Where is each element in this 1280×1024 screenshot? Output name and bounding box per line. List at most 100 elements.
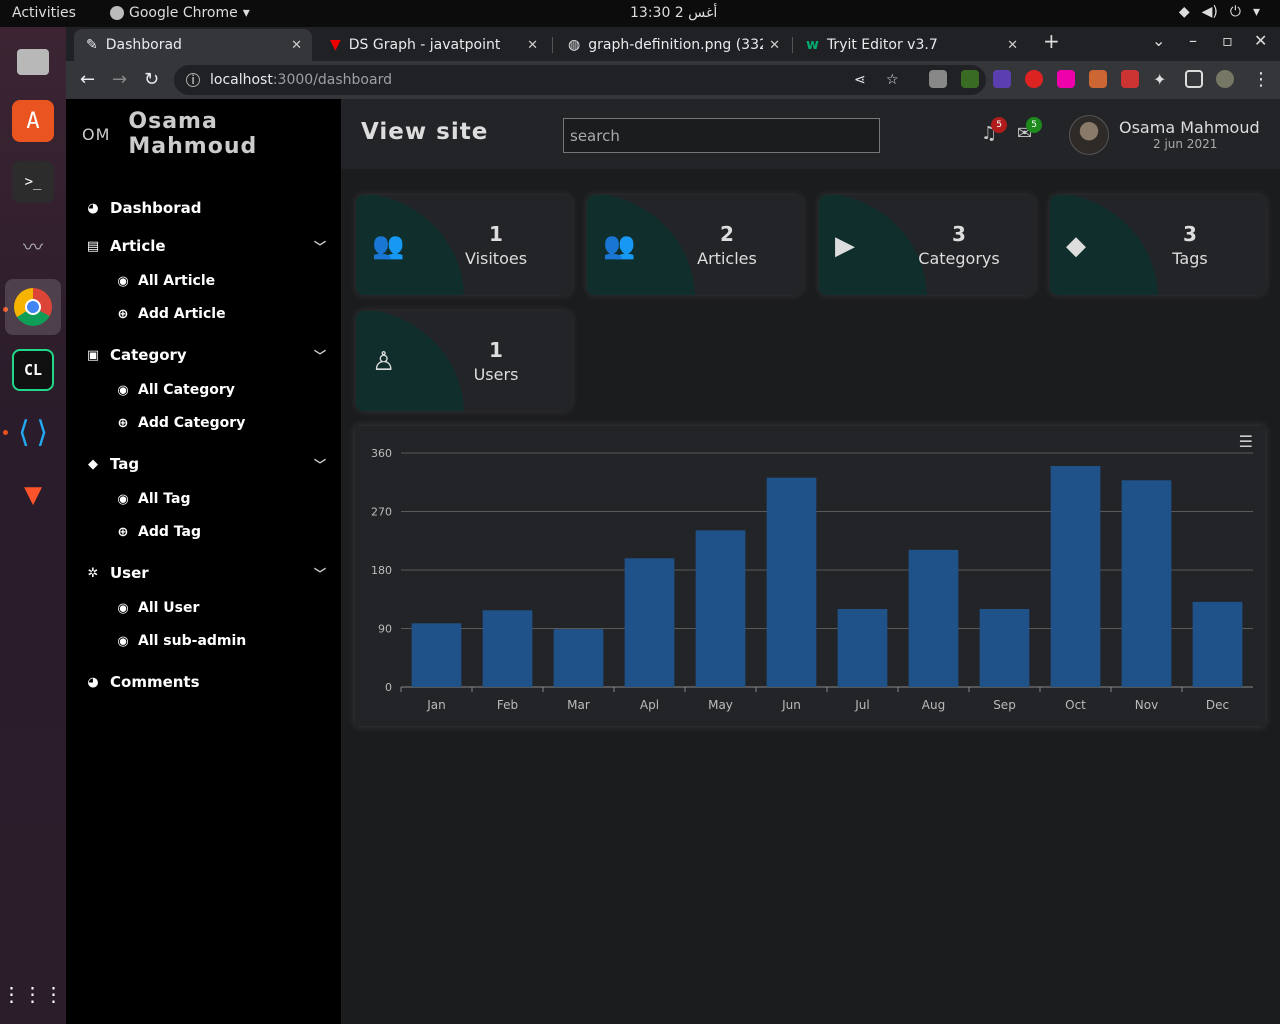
view-site-link[interactable]: View site bbox=[361, 119, 488, 145]
x-tick-label: Feb bbox=[497, 698, 518, 712]
show-apps-icon[interactable]: ⋮⋮⋮ bbox=[2, 973, 64, 1015]
close-window-icon[interactable]: ✕ bbox=[1254, 31, 1267, 50]
close-tab-icon[interactable]: ✕ bbox=[527, 38, 538, 53]
menu-kebab-icon[interactable]: ⋮ bbox=[1252, 69, 1270, 90]
sidebar-item-dashboard[interactable]: ◕ Dashborad bbox=[86, 199, 201, 217]
y-tick-label: 90 bbox=[378, 623, 392, 636]
dock: A >_ 〰 CL ⟨⟩ ▼ ⋮⋮⋮ bbox=[0, 27, 66, 1024]
brave-icon[interactable]: ▼ bbox=[12, 473, 54, 515]
os-top-bar: Activities Google Chrome ▾ 13:30 2 أغس ◆… bbox=[0, 0, 1280, 27]
sidebar-item-label: All User bbox=[138, 600, 200, 616]
x-tick-label: May bbox=[708, 698, 733, 712]
vscode-icon[interactable]: ⟨⟩ bbox=[12, 411, 54, 453]
tab-search-icon[interactable]: ⌄ bbox=[1152, 31, 1165, 50]
bar-jun bbox=[766, 477, 817, 687]
close-tab-icon[interactable]: ✕ bbox=[1007, 38, 1018, 53]
maximize-icon[interactable]: ▫ bbox=[1222, 31, 1233, 50]
y-tick-label: 360 bbox=[371, 447, 392, 460]
sidebar-item-all-user[interactable]: ◉ All User bbox=[116, 600, 199, 616]
terminal-icon[interactable]: >_ bbox=[12, 161, 54, 203]
json-extension-icon[interactable] bbox=[961, 70, 979, 88]
sidebar-item-comments[interactable]: ◕ Comments bbox=[86, 673, 200, 691]
reload-icon[interactable]: ↻ bbox=[144, 69, 159, 90]
profile-icon[interactable] bbox=[1216, 70, 1234, 88]
sidebar-item-add-tag[interactable]: ⊕ Add Tag bbox=[116, 524, 201, 540]
stat-value: 2 bbox=[720, 222, 734, 246]
tab-dashboard[interactable]: ✎ Dashborad ✕ bbox=[74, 29, 312, 61]
eye-icon: ◉ bbox=[117, 600, 129, 616]
messages-button[interactable]: ✉ 5 bbox=[1017, 117, 1043, 144]
bookmark-star-icon[interactable]: ☆ bbox=[886, 72, 899, 88]
sidebar-item-all-category[interactable]: ◉ All Category bbox=[116, 382, 235, 398]
new-tab-icon[interactable]: + bbox=[1043, 29, 1060, 53]
side-panel-icon[interactable] bbox=[1185, 70, 1203, 88]
minimize-icon[interactable]: – bbox=[1189, 31, 1197, 50]
sidebar-item-category[interactable]: ▣ Category ﹀ bbox=[86, 346, 326, 364]
sidebar-item-label: Add Tag bbox=[138, 524, 201, 540]
red-extension-icon[interactable] bbox=[1025, 70, 1043, 88]
heart-extension-icon[interactable] bbox=[1057, 70, 1075, 88]
camera-extension-icon[interactable] bbox=[929, 70, 947, 88]
tab-ds-graph[interactable]: ▼ DS Graph - javatpoint ✕ bbox=[318, 29, 548, 61]
system-monitor-icon[interactable]: 〰 bbox=[12, 224, 54, 266]
tab-tryit-editor[interactable]: w Tryit Editor v3.7 ✕ bbox=[794, 29, 1028, 61]
chrome-dock-icon[interactable] bbox=[5, 279, 61, 335]
tab-title: Dashborad bbox=[105, 37, 182, 53]
activities-button[interactable]: Activities bbox=[12, 5, 76, 21]
notifications-button[interactable]: ♫ 5 bbox=[981, 117, 1008, 144]
page-header: View site ♫ 5 ✉ 5 Osama Mahmoud 2 jun 20… bbox=[341, 99, 1280, 169]
puzzle-extensions-icon[interactable]: ✦ bbox=[1153, 70, 1171, 89]
sidebar-item-all-subadmin[interactable]: ◉ All sub-admin bbox=[116, 633, 246, 649]
tag-icon: ◆ bbox=[1066, 231, 1086, 261]
javatpoint-icon: ▼ bbox=[330, 37, 341, 53]
gear-extension-icon[interactable] bbox=[1121, 70, 1139, 88]
bar-mar bbox=[553, 629, 604, 687]
app-menu[interactable]: Google Chrome ▾ bbox=[110, 5, 250, 21]
system-tray[interactable]: ◆ ◀) ⏻ ▾ bbox=[1179, 4, 1260, 20]
sidebar-item-article[interactable]: ▤ Article ﹀ bbox=[86, 237, 326, 255]
search-input[interactable] bbox=[563, 118, 880, 153]
files-icon[interactable] bbox=[12, 41, 54, 83]
stat-card-tags[interactable]: ◆ 3 Tags bbox=[1050, 195, 1266, 295]
sidebar-item-tag[interactable]: ◆ Tag ﹀ bbox=[86, 455, 326, 473]
lighthouse-extension-icon[interactable] bbox=[1089, 70, 1107, 88]
dashboard-page: OM Osama Mahmoud ◕ Dashborad ▤ Article ﹀ ◉ A… bbox=[66, 99, 1280, 1024]
stat-card-categories[interactable]: ▶ 3 Categorys bbox=[819, 195, 1035, 295]
close-tab-icon[interactable]: ✕ bbox=[291, 38, 302, 53]
stat-label: Categorys bbox=[918, 249, 1000, 268]
volume-icon: ◀) bbox=[1201, 4, 1218, 20]
stat-card-articles[interactable]: 👥 2 Articles bbox=[587, 195, 803, 295]
app-store-icon[interactable]: A bbox=[12, 100, 54, 142]
sidebar-item-label: Add Category bbox=[138, 415, 246, 431]
close-tab-icon[interactable]: ✕ bbox=[769, 38, 780, 53]
back-icon[interactable]: ← bbox=[80, 69, 95, 90]
share-icon[interactable]: ⋖ bbox=[854, 72, 866, 88]
stat-card-users[interactable]: ♙ 1 Users bbox=[356, 311, 572, 411]
brand-name: Osama Mahmoud bbox=[128, 109, 258, 159]
toolbar: ← → ↻ i localhost:3000/dashboard ⋖ ☆ ✦ ⋮ bbox=[66, 61, 1280, 99]
stat-value: 3 bbox=[952, 222, 966, 246]
sidebar-item-all-article[interactable]: ◉ All Article bbox=[116, 273, 215, 289]
user-icon: ♙ bbox=[372, 347, 396, 377]
clion-icon[interactable]: CL bbox=[12, 349, 54, 391]
play-square-icon: ▶ bbox=[835, 231, 855, 261]
tab-title: graph-definition.png (332 bbox=[588, 37, 764, 53]
address-bar[interactable]: i localhost:3000/dashboard ⋖ ☆ bbox=[174, 65, 986, 95]
forward-icon[interactable]: → bbox=[112, 69, 127, 90]
x-tick-label: Aug bbox=[922, 698, 945, 712]
sidebar-item-label: Comments bbox=[110, 673, 200, 691]
globe-icon: ◍ bbox=[568, 37, 581, 53]
stat-card-visitors[interactable]: 👥 1 Visitoes bbox=[356, 195, 572, 295]
tab-graph-definition[interactable]: ◍ graph-definition.png (332 ✕ bbox=[556, 29, 790, 61]
notification-count-badge: 5 bbox=[991, 117, 1008, 133]
sidebar-item-add-category[interactable]: ⊕ Add Category bbox=[116, 415, 246, 431]
bar-dec bbox=[1192, 601, 1243, 687]
avatar[interactable] bbox=[1069, 115, 1109, 155]
sidebar-item-all-tag[interactable]: ◉ All Tag bbox=[116, 491, 190, 507]
sidebar-item-add-article[interactable]: ⊕ Add Article bbox=[116, 306, 226, 322]
sidebar-item-user[interactable]: ✲ User ﹀ bbox=[86, 564, 326, 582]
clock[interactable]: 13:30 2 أغس bbox=[630, 5, 717, 21]
purple-extension-icon[interactable] bbox=[993, 70, 1011, 88]
caret-down-icon: ▾ bbox=[1252, 4, 1260, 20]
sidebar-item-label: All sub-admin bbox=[138, 633, 247, 649]
